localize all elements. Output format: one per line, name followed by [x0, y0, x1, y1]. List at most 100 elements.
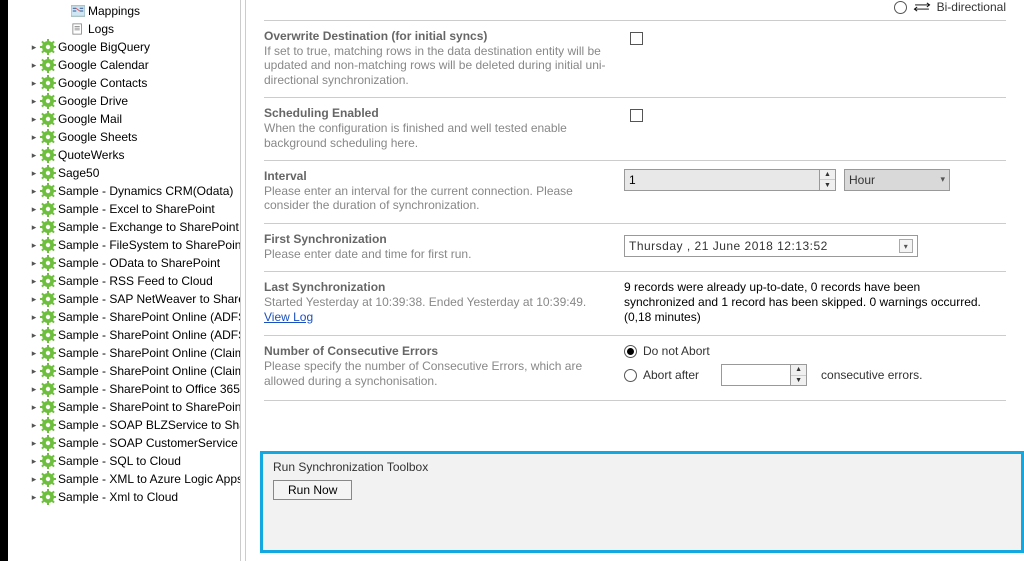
- tree-item[interactable]: ▸Sample - SAP NetWeaver to SharePoint: [10, 290, 240, 308]
- connection-gear-icon: [40, 327, 56, 343]
- expand-arrow-icon[interactable]: ▸: [28, 488, 40, 506]
- expand-arrow-icon[interactable]: ▸: [28, 164, 40, 182]
- tree-item[interactable]: ▸ Sample - XML to Azure Logic Apps: [10, 470, 240, 488]
- abort-after-spinner[interactable]: ▲▼: [721, 364, 807, 386]
- connection-gear-icon: [40, 93, 56, 109]
- expand-arrow-icon[interactable]: ▸: [28, 110, 40, 128]
- connection-tree: Mappings Logs ▸Google BigQuery▸Google Ca…: [8, 0, 240, 561]
- tree-item[interactable]: ▸Sample - Exchange to SharePoint: [10, 218, 240, 236]
- tree-sub-item-logs[interactable]: Logs: [10, 20, 240, 38]
- expand-arrow-icon[interactable]: ▸: [28, 38, 40, 56]
- tree-item[interactable]: ▸Google Sheets: [10, 128, 240, 146]
- tree-item[interactable]: ▸Sample - SharePoint to Office 365: [10, 380, 240, 398]
- expand-arrow-icon[interactable]: ▸: [28, 452, 40, 470]
- view-log-link[interactable]: View Log: [264, 310, 313, 324]
- tree-item[interactable]: ▸Google BigQuery: [10, 38, 240, 56]
- calendar-dropdown-icon[interactable]: ▾: [899, 239, 913, 253]
- tree-item-label: Google Drive: [58, 92, 128, 110]
- connection-gear-icon: [40, 489, 56, 505]
- tree-item-label: Sage50: [58, 164, 99, 182]
- tree-item[interactable]: ▸Google Calendar: [10, 56, 240, 74]
- radio-do-not-abort-row[interactable]: Do not Abort: [624, 344, 710, 358]
- abort-after-input[interactable]: [721, 364, 791, 386]
- expand-arrow-icon[interactable]: ▸: [28, 326, 40, 344]
- tree-item[interactable]: ▸Google Contacts: [10, 74, 240, 92]
- tree-item[interactable]: ▸Google Mail: [10, 110, 240, 128]
- expand-arrow-icon[interactable]: ▸: [28, 218, 40, 236]
- expand-arrow-icon[interactable]: ▸: [28, 308, 40, 326]
- connection-gear-icon: [40, 435, 56, 451]
- radio-bidirectional[interactable]: [894, 1, 907, 14]
- expand-arrow-icon[interactable]: ▸: [28, 398, 40, 416]
- interval-spinner[interactable]: ▲▼: [624, 169, 836, 191]
- first-sync-datetime[interactable]: Thursday , 21 June 2018 12:13:52 ▾: [624, 235, 918, 257]
- run-now-button[interactable]: Run Now: [273, 480, 352, 500]
- tree-item[interactable]: ▸Sample - SOAP CustomerService: [10, 434, 240, 452]
- expand-arrow-icon[interactable]: ▸: [28, 416, 40, 434]
- interval-unit-combo[interactable]: Hour ▾: [844, 169, 950, 191]
- tree-item-label: Sample - XML to Azure Logic Apps: [58, 470, 240, 488]
- expand-arrow-icon[interactable]: ▸: [28, 128, 40, 146]
- tree-item[interactable]: ▸ Sample - SOAP BLZService to SharePoint: [10, 416, 240, 434]
- expand-arrow-icon[interactable]: ▸: [28, 146, 40, 164]
- section-title: Scheduling Enabled: [264, 106, 614, 120]
- section-title: Last Synchronization: [264, 280, 614, 294]
- section-title: Number of Consecutive Errors: [264, 344, 614, 358]
- expand-arrow-icon[interactable]: ▸: [28, 344, 40, 362]
- tree-item[interactable]: ▸ Sample - SharePoint Online (Claims): [10, 344, 240, 362]
- radio-abort-after[interactable]: [624, 369, 637, 382]
- tree-item[interactable]: ▸Sample - RSS Feed to Cloud: [10, 272, 240, 290]
- tree-item[interactable]: ▸ Google Drive: [10, 92, 240, 110]
- scheduling-checkbox[interactable]: [630, 109, 643, 122]
- section-desc: When the configuration is finished and w…: [264, 121, 614, 150]
- expand-arrow-icon[interactable]: ▸: [28, 236, 40, 254]
- tree-item[interactable]: ▸Sample - SharePoint Online (ADFS): [10, 308, 240, 326]
- tree-item[interactable]: ▸ Sample - Dynamics CRM(Odata): [10, 182, 240, 200]
- tree-item-label: Sample - Dynamics CRM(Odata): [58, 182, 233, 200]
- expand-arrow-icon[interactable]: ▸: [28, 290, 40, 308]
- tree-item[interactable]: ▸Sample - SharePoint Online (ADFS): [10, 326, 240, 344]
- connection-gear-icon: [40, 345, 56, 361]
- spinner-buttons[interactable]: ▲▼: [791, 364, 807, 386]
- tree-item[interactable]: ▸Sample - Xml to Cloud: [10, 488, 240, 506]
- expand-arrow-icon[interactable]: ▸: [28, 434, 40, 452]
- bidirectional-label: Bi-directional: [937, 0, 1006, 14]
- mappings-icon: [70, 3, 86, 19]
- expand-arrow-icon[interactable]: ▸: [28, 74, 40, 92]
- tree-item-label: Sample - SOAP BLZService to SharePoint: [58, 416, 240, 434]
- expand-arrow-icon[interactable]: ▸: [28, 362, 40, 380]
- tree-item[interactable]: ▸Sample - OData to SharePoint: [10, 254, 240, 272]
- overwrite-checkbox[interactable]: [630, 32, 643, 45]
- expand-arrow-icon[interactable]: ▸: [28, 56, 40, 74]
- interval-input[interactable]: [624, 169, 820, 191]
- tree-item[interactable]: ▸ Sage50: [10, 164, 240, 182]
- connection-gear-icon: [40, 219, 56, 235]
- spinner-buttons[interactable]: ▲▼: [820, 169, 836, 191]
- section-errors: Number of Consecutive Errors Please spec…: [264, 335, 1006, 401]
- radio-do-not-abort[interactable]: [624, 345, 637, 358]
- section-desc: Please enter an interval for the current…: [264, 184, 614, 213]
- radio-abort-after-row[interactable]: Abort after ▲▼ consecutive errors.: [624, 364, 922, 386]
- expand-arrow-icon[interactable]: ▸: [28, 272, 40, 290]
- tree-item[interactable]: ▸QuoteWerks: [10, 146, 240, 164]
- expand-arrow-icon[interactable]: ▸: [28, 92, 40, 110]
- section-desc: Please specify the number of Consecutive…: [264, 359, 614, 388]
- expand-arrow-icon[interactable]: ▸: [28, 380, 40, 398]
- connection-gear-icon: [40, 381, 56, 397]
- tree-item[interactable]: ▸Sample - SharePoint Online (Claims): [10, 362, 240, 380]
- tree-sub-item-mappings[interactable]: Mappings: [10, 2, 240, 20]
- connection-gear-icon: [40, 309, 56, 325]
- expand-arrow-icon[interactable]: ▸: [28, 200, 40, 218]
- window-edge: [0, 0, 8, 561]
- tree-item[interactable]: ▸Sample - Excel to SharePoint: [10, 200, 240, 218]
- expand-arrow-icon[interactable]: ▸: [28, 470, 40, 488]
- expand-arrow-icon[interactable]: ▸: [28, 182, 40, 200]
- connection-gear-icon: [40, 147, 56, 163]
- tree-item-label: Sample - SharePoint Online (Claims): [58, 344, 240, 362]
- tree-item[interactable]: ▸Sample - SharePoint to SharePoint: [10, 398, 240, 416]
- expand-arrow-icon[interactable]: ▸: [28, 254, 40, 272]
- section-desc: If set to true, matching rows in the dat…: [264, 44, 614, 87]
- tree-item[interactable]: ▸Sample - SQL to Cloud: [10, 452, 240, 470]
- settings-panel: Bi-directional Overwrite Destination (fo…: [246, 0, 1024, 561]
- tree-item[interactable]: ▸Sample - FileSystem to SharePoint: [10, 236, 240, 254]
